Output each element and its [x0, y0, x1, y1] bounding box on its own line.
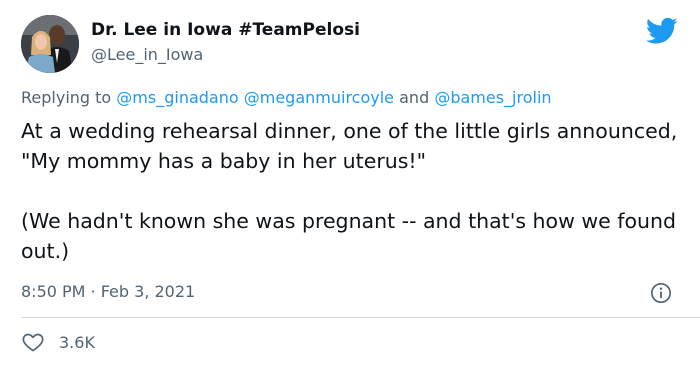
divider — [21, 317, 700, 318]
tweet-paragraph: (We hadn't known she was pregnant -- and… — [21, 209, 676, 263]
author-display-name[interactable]: Dr. Lee in Iowa #TeamPelosi — [91, 20, 360, 40]
like-count: 3.6K — [59, 332, 95, 352]
author-handle[interactable]: @Lee_in_Iowa — [91, 45, 203, 64]
tweet-timestamp[interactable]: 8:50 PM · Feb 3, 2021 — [21, 282, 195, 301]
tweet-card: Dr. Lee in Iowa #TeamPelosi @Lee_in_Iowa… — [0, 0, 700, 372]
like-button[interactable]: 3.6K — [21, 330, 95, 354]
tweet-paragraph: At a wedding rehearsal dinner, one of th… — [21, 119, 678, 173]
profile-photo-icon — [21, 15, 79, 73]
reply-context: Replying to @ms_ginadano @meganmuircoyle… — [21, 88, 552, 107]
heart-icon[interactable] — [21, 330, 45, 354]
mention-link[interactable]: @meganmuircoyle — [244, 88, 394, 107]
mention-link[interactable]: @bames_jrolin — [434, 88, 551, 107]
reply-prefix: Replying to — [21, 88, 117, 107]
mention-link[interactable]: @ms_ginadano — [116, 88, 238, 107]
tweet-text: At a wedding rehearsal dinner, one of th… — [21, 116, 691, 266]
twitter-bird-icon[interactable] — [646, 17, 678, 45]
info-icon[interactable] — [650, 282, 672, 304]
reply-joiner: and — [394, 88, 435, 107]
avatar[interactable] — [21, 15, 79, 73]
